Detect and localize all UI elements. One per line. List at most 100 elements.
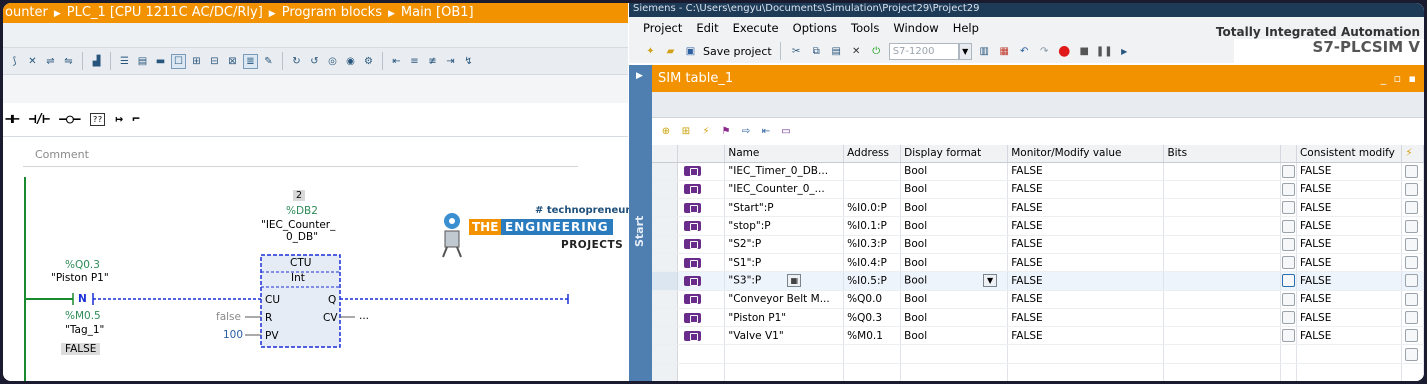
save-icon[interactable]: ▣: [683, 44, 698, 59]
negative-edge-label[interactable]: N: [78, 293, 87, 305]
menu-window[interactable]: Window: [893, 21, 938, 35]
modify-now-icon[interactable]: ⚡: [698, 124, 714, 140]
save-project-button[interactable]: Save project: [703, 45, 772, 58]
bits-value[interactable]: [1163, 344, 1282, 364]
start-sidebar[interactable]: ▶ Start: [629, 65, 652, 381]
coil-icon[interactable]: –○–: [59, 112, 81, 127]
modify-checkbox[interactable]: [1405, 256, 1419, 270]
brush-icon[interactable]: ✎: [261, 54, 276, 69]
modify-checkbox[interactable]: [1405, 219, 1419, 233]
consistent-modify-value[interactable]: [1296, 363, 1403, 381]
tag-name-text[interactable]: "S2":P: [728, 238, 761, 250]
bit-checkbox[interactable]: [1282, 201, 1296, 215]
delete-network-icon[interactable]: ✕: [25, 54, 40, 69]
col-name[interactable]: Name: [724, 145, 845, 163]
contact-address[interactable]: %Q0.3: [65, 259, 100, 271]
load-icon[interactable]: ▥: [977, 44, 992, 59]
tag-address[interactable]: %Q0.0: [843, 290, 902, 309]
modify-checkbox[interactable]: [1405, 237, 1419, 251]
display-format[interactable]: Bool: [900, 308, 1009, 328]
display-format-text[interactable]: Bool: [904, 275, 927, 287]
tag-name[interactable]: "Valve V1": [724, 326, 845, 346]
bits-checkbox-cell[interactable]: [1280, 326, 1297, 346]
display-format-text[interactable]: Bool: [904, 257, 927, 269]
cut-icon[interactable]: ✂: [789, 44, 804, 59]
table-row[interactable]: "Start":P %I0.0:P Bool FALSE FALSE: [652, 198, 1424, 218]
instance-db-tag-line2[interactable]: 0_DB": [286, 231, 318, 243]
monitor-modify-value[interactable]: FALSE: [1007, 271, 1165, 291]
tag-name-text[interactable]: "Piston P1": [728, 312, 786, 324]
table-row[interactable]: "S3":P ▦ %I0.5:P Bool ▼ FALSE FALSE: [652, 271, 1424, 291]
favorites-icon[interactable]: ⊟: [207, 54, 222, 69]
tag-address[interactable]: %I0.4:P: [843, 253, 902, 273]
monitor-modify-value[interactable]: [1007, 344, 1165, 364]
network-comment[interactable]: Comment: [23, 145, 578, 167]
row-header[interactable]: [652, 216, 678, 236]
col-address[interactable]: Address: [843, 145, 902, 163]
menu-project[interactable]: Project: [643, 21, 682, 35]
jump-right-icon[interactable]: ≢: [425, 54, 440, 69]
expand-arrow-icon[interactable]: ▶: [636, 71, 643, 81]
edge-memory-address[interactable]: %M0.5: [65, 310, 101, 322]
window-controls-icon[interactable]: _ ▫ ▪: [1381, 65, 1418, 92]
tag-name[interactable]: "stop":P: [724, 216, 845, 236]
row-header[interactable]: [652, 162, 678, 181]
modify-flag-cell[interactable]: [1401, 198, 1424, 218]
open-branch-icon[interactable]: ↦: [115, 112, 123, 127]
tag-name[interactable]: "S2":P: [724, 235, 845, 254]
pause-icon[interactable]: ❚❚: [1096, 44, 1113, 59]
tag-address[interactable]: %M0.1: [843, 326, 902, 346]
display-format-text[interactable]: Bool: [904, 293, 927, 305]
power-icon[interactable]: ⏻: [869, 44, 884, 59]
instance-db-address[interactable]: %DB2: [286, 205, 318, 217]
consistent-modify-value[interactable]: FALSE: [1296, 216, 1403, 236]
col-display-format[interactable]: Display format: [900, 145, 1009, 163]
modify-flag-cell[interactable]: [1401, 180, 1424, 200]
reset-start-values-icon[interactable]: ▟: [89, 54, 104, 69]
bit-checkbox[interactable]: [1282, 329, 1296, 343]
empty-box-icon[interactable]: ??: [89, 113, 106, 126]
modify-flag-cell[interactable]: [1401, 363, 1424, 381]
monitor-modify-value[interactable]: FALSE: [1007, 198, 1165, 218]
display-format-text[interactable]: Bool: [904, 238, 927, 250]
tag-name-text[interactable]: "S3":P: [728, 275, 761, 287]
display-format[interactable]: Bool: [900, 216, 1009, 236]
stop-icon[interactable]: ■: [1077, 44, 1092, 59]
modify-flag-cell[interactable]: [1401, 344, 1424, 364]
breadcrumb-item-0[interactable]: ounter: [5, 5, 48, 20]
tag-name[interactable]: "Start":P: [724, 198, 845, 218]
jump-up-icon[interactable]: ⇤: [389, 54, 404, 69]
row-header[interactable]: [652, 308, 678, 328]
tag-address[interactable]: %I0.1:P: [843, 216, 902, 236]
tag-icon[interactable]: ▭: [778, 124, 794, 140]
list-view-icon[interactable]: ≣: [243, 53, 258, 69]
close-networks-icon[interactable]: ▤: [135, 54, 150, 69]
tag-address[interactable]: [843, 162, 902, 181]
consistent-modify-value[interactable]: [1296, 344, 1403, 364]
monitor-modify-value[interactable]: FALSE: [1007, 253, 1165, 273]
monitor-modify-value[interactable]: FALSE: [1007, 308, 1165, 328]
modify-flag-cell[interactable]: [1401, 216, 1424, 236]
bit-checkbox[interactable]: [1282, 237, 1296, 251]
table-row[interactable]: "S2":P %I0.3:P Bool FALSE FALSE: [652, 235, 1424, 254]
modify-flag-cell[interactable]: [1401, 271, 1424, 291]
monitor-modify-value[interactable]: [1007, 363, 1165, 381]
empty-table-row[interactable]: [652, 363, 1424, 381]
memory-icon[interactable]: ▦: [997, 44, 1012, 59]
table-row[interactable]: "S1":P %I0.4:P Bool FALSE FALSE: [652, 253, 1424, 273]
consistent-modify-value[interactable]: FALSE: [1296, 180, 1403, 200]
modify-checkbox[interactable]: [1405, 329, 1419, 343]
zoom-icon[interactable]: ⊠: [225, 54, 240, 69]
display-format[interactable]: Bool: [900, 162, 1009, 181]
tag-name-text[interactable]: "Conveyor Belt M...: [728, 293, 829, 305]
modify-checkbox[interactable]: [1405, 292, 1419, 306]
breadcrumb-item-3[interactable]: Main [OB1]: [401, 5, 474, 20]
display-format[interactable]: Bool: [900, 290, 1009, 309]
tag-name[interactable]: "S1":P: [724, 253, 845, 273]
modify-checkbox[interactable]: [1405, 164, 1419, 178]
delete-icon[interactable]: ✕: [849, 44, 864, 59]
menu-tools[interactable]: Tools: [851, 21, 879, 35]
nc-contact-icon[interactable]: ⊣/⊢: [29, 112, 51, 127]
tag-address[interactable]: [843, 363, 902, 381]
modify-checkbox[interactable]: [1405, 311, 1419, 325]
